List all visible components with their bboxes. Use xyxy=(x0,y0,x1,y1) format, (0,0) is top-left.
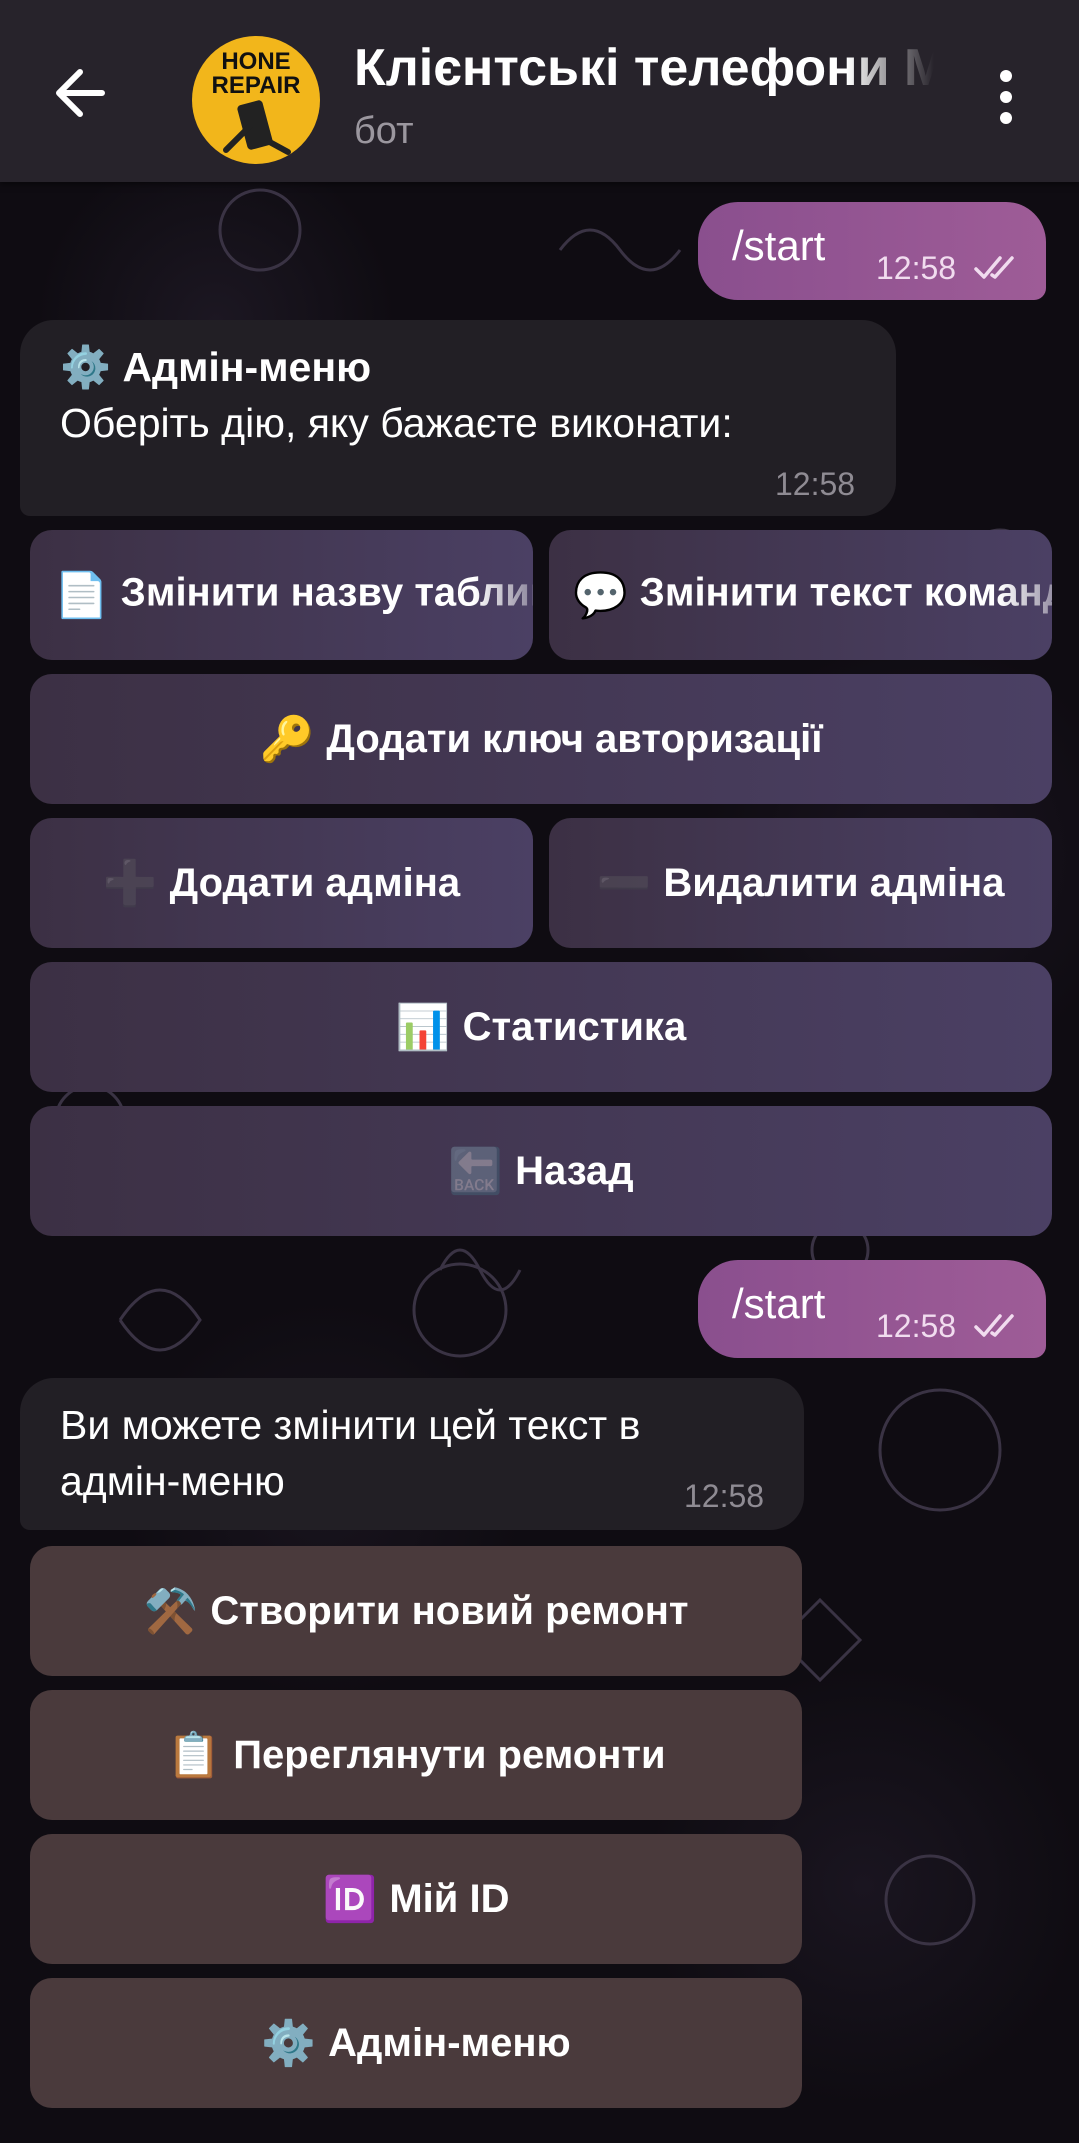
button-label: Мій ID xyxy=(389,1876,510,1921)
key-icon: 🔑 xyxy=(259,715,315,764)
button-label: Статистика xyxy=(462,1004,687,1049)
clipboard-icon: 📋 xyxy=(166,1731,222,1780)
my-id-button[interactable]: 🆔 Мій ID xyxy=(30,1834,802,1964)
avatar[interactable]: HONE REPAIR xyxy=(192,36,320,164)
back-button[interactable]: 🔙 Назад xyxy=(30,1106,1052,1236)
message-text: Оберіть дію, яку бажаєте виконати: xyxy=(60,400,733,446)
button-label: Створити новий ремонт xyxy=(210,1588,689,1633)
message-heading: ⚙️ Адмін-меню xyxy=(60,344,372,390)
message-time: 12:58 xyxy=(775,466,856,502)
admin-menu-button[interactable]: ⚙️ Адмін-меню xyxy=(30,1978,802,2108)
plus-icon: ➕ xyxy=(102,859,158,908)
button-label: Змінити текст команди xyxy=(639,570,1052,615)
rename-table-button[interactable]: 📄 Змінити назву таблиці xyxy=(30,530,533,660)
gear-icon: ⚙️ xyxy=(261,2019,317,2068)
hammer-wrench-icon: ⚒️ xyxy=(143,1587,199,1636)
bar-chart-icon: 📊 xyxy=(395,1003,451,1052)
add-admin-button[interactable]: ➕ Додати адміна xyxy=(30,818,533,948)
chat-title[interactable]: Клієнтські телефони М xyxy=(354,38,934,108)
avatar-text-top: HONE xyxy=(221,48,291,75)
more-options-icon[interactable] xyxy=(986,70,1026,130)
outgoing-message[interactable]: /start 12:58 xyxy=(698,1260,1046,1358)
read-ticks-icon xyxy=(974,1314,1014,1337)
button-label: Адмін-меню xyxy=(328,2020,571,2065)
back-icon: 🔙 xyxy=(448,1147,504,1196)
message-text-line-1: Ви можете змінити цей текст в xyxy=(60,1402,641,1448)
speech-bubble-icon: 💬 xyxy=(573,571,628,620)
message-time: 12:58 xyxy=(876,1308,957,1344)
message-text-line-2: адмін-меню xyxy=(60,1458,285,1504)
button-label: Видалити адміна xyxy=(663,860,1005,905)
button-label: Переглянути ремонти xyxy=(233,1732,666,1777)
read-ticks-icon xyxy=(974,256,1014,279)
add-auth-key-button[interactable]: 🔑 Додати ключ авторизації xyxy=(30,674,1052,804)
create-repair-button[interactable]: ⚒️ Створити новий ремонт xyxy=(30,1546,802,1676)
message-text: /start xyxy=(732,1280,826,1327)
chat-header: HONE REPAIR Клієнтські телефони М бот xyxy=(0,0,1079,182)
back-arrow-icon[interactable] xyxy=(48,60,114,126)
button-label: Назад xyxy=(515,1148,634,1193)
document-icon: 📄 xyxy=(54,571,109,620)
message-text: /start xyxy=(732,222,826,269)
chat-subtitle: бот xyxy=(354,110,414,152)
phone-tools-icon xyxy=(223,100,291,155)
avatar-text-bottom: REPAIR xyxy=(211,72,301,99)
outgoing-message[interactable]: /start 12:58 xyxy=(698,202,1046,300)
view-repairs-button[interactable]: 📋 Переглянути ремонти xyxy=(30,1690,802,1820)
id-icon: 🆔 xyxy=(322,1875,378,1924)
minus-icon: ➖ xyxy=(596,859,652,908)
button-label: Додати адміна xyxy=(169,860,461,905)
incoming-message[interactable]: Ви можете змінити цей текст в адмін-меню… xyxy=(20,1378,804,1530)
message-time: 12:58 xyxy=(684,1478,765,1514)
button-label: Додати ключ авторизації xyxy=(326,716,823,761)
statistics-button[interactable]: 📊 Статистика xyxy=(30,962,1052,1092)
remove-admin-button[interactable]: ➖ Видалити адміна xyxy=(549,818,1052,948)
incoming-message[interactable]: ⚙️ Адмін-меню Оберіть дію, яку бажаєте в… xyxy=(20,320,896,516)
change-command-text-button[interactable]: 💬 Змінити текст команди xyxy=(549,530,1052,660)
message-time: 12:58 xyxy=(876,250,957,286)
button-label: Змінити назву таблиці xyxy=(120,570,533,615)
